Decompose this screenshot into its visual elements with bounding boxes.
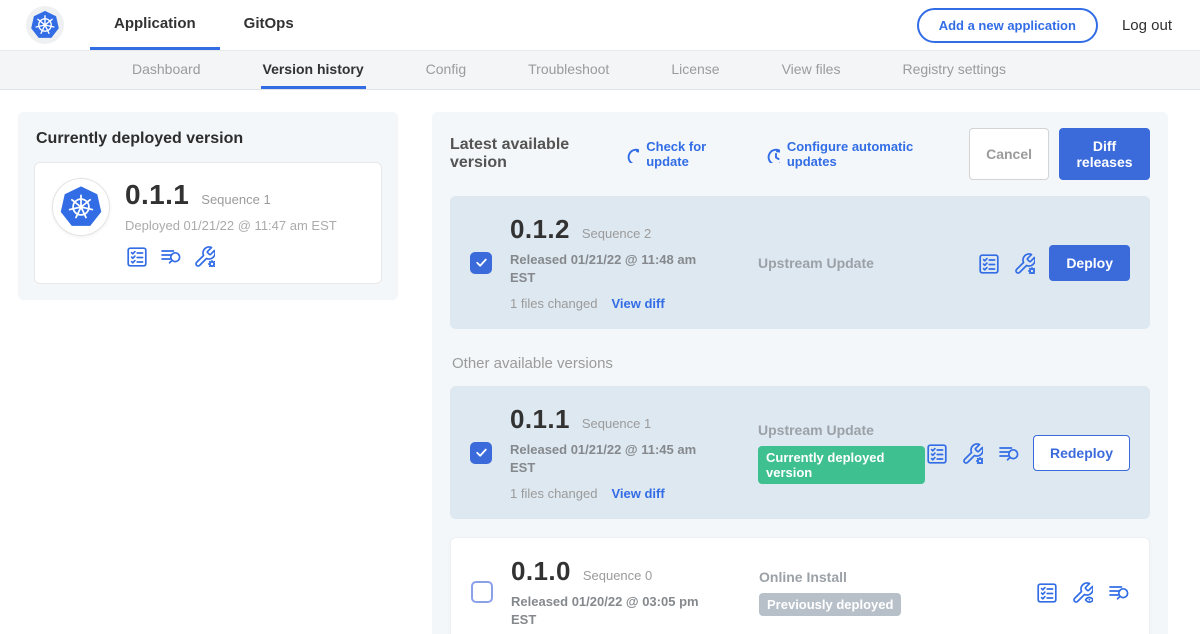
logout-link[interactable]: Log out <box>1122 17 1172 34</box>
app-icon <box>53 179 109 235</box>
version-row-0-1-2: 0.1.2 Sequence 2 Released 01/21/22 @ 11:… <box>450 196 1150 329</box>
diff-releases-button[interactable]: Diff releases <box>1059 128 1150 180</box>
version-source: Upstream Update <box>758 255 977 271</box>
helm-wheel-icon <box>67 193 95 221</box>
files-changed-label: 1 files changed <box>510 296 597 311</box>
released-timestamp: Released 01/21/22 @ 11:45 am EST <box>510 441 700 476</box>
version-source: Upstream Update Currently deployed versi… <box>758 422 925 484</box>
tab-application[interactable]: Application <box>90 0 220 50</box>
release-notes-search-icon[interactable] <box>159 245 181 267</box>
version-checkbox[interactable] <box>470 442 492 464</box>
version-info: 0.1.1 Sequence 1 Released 01/21/22 @ 11:… <box>510 404 708 501</box>
tab-view-files[interactable]: View files <box>780 51 843 89</box>
tab-dashboard[interactable]: Dashboard <box>130 51 203 89</box>
clock-refresh-icon <box>764 145 780 163</box>
tab-registry-settings[interactable]: Registry settings <box>900 51 1007 89</box>
kubernetes-logo <box>26 6 64 44</box>
tab-version-history[interactable]: Version history <box>261 51 366 89</box>
deployed-timestamp: Deployed 01/21/22 @ 11:47 am EST <box>125 218 337 233</box>
helm-wheel-icon <box>34 14 56 36</box>
checklist-icon[interactable] <box>925 442 947 464</box>
currently-deployed-panel: Currently deployed version 0.1.1 Sequenc… <box>18 112 398 300</box>
version-checkbox[interactable] <box>470 252 492 274</box>
version-source: Online Install Previously deployed <box>759 569 1035 616</box>
currently-deployed-title: Currently deployed version <box>36 130 382 148</box>
top-nav-right: Add a new application Log out <box>917 0 1172 50</box>
version-row-0-1-1: 0.1.1 Sequence 1 Released 01/21/22 @ 11:… <box>450 386 1150 519</box>
files-changed-label: 1 files changed <box>510 486 597 501</box>
currently-deployed-badge: Currently deployed version <box>758 446 925 484</box>
tab-troubleshoot[interactable]: Troubleshoot <box>526 51 611 89</box>
released-timestamp: Released 01/20/22 @ 03:05 pm EST <box>511 593 701 628</box>
version-number: 0.1.1 <box>510 404 570 435</box>
sequence-label: Sequence 1 <box>582 416 651 431</box>
version-checkbox[interactable] <box>471 581 493 603</box>
currently-deployed-card: 0.1.1 Sequence 1 Deployed 01/21/22 @ 11:… <box>34 162 382 284</box>
sequence-label: Sequence 0 <box>583 568 652 583</box>
checkmark-icon <box>475 446 488 459</box>
checklist-icon[interactable] <box>125 245 147 267</box>
config-wrench-gear-icon[interactable] <box>1013 252 1035 274</box>
version-actions <box>1035 581 1129 603</box>
version-info: 0.1.2 Sequence 2 Released 01/21/22 @ 11:… <box>510 214 708 311</box>
kubernetes-logo-shape <box>30 10 60 40</box>
cancel-button[interactable]: Cancel <box>969 128 1049 180</box>
source-label: Online Install <box>759 569 1035 585</box>
redeploy-button[interactable]: Redeploy <box>1033 435 1130 471</box>
checklist-icon[interactable] <box>1035 581 1057 603</box>
release-notes-search-icon[interactable] <box>997 442 1019 464</box>
other-versions-title: Other available versions <box>452 355 1148 372</box>
main-content: Currently deployed version 0.1.1 Sequenc… <box>0 90 1200 634</box>
refresh-icon <box>624 145 640 163</box>
sequence-label: Sequence 2 <box>582 226 651 241</box>
release-notes-search-icon[interactable] <box>1107 581 1129 603</box>
source-label: Upstream Update <box>758 422 925 438</box>
latest-available-header: Latest available version Check for updat… <box>450 128 1150 180</box>
version-number: 0.1.2 <box>510 214 570 245</box>
deployed-version-info: 0.1.1 Sequence 1 Deployed 01/21/22 @ 11:… <box>125 179 337 267</box>
app-sub-nav: Dashboard Version history Config Trouble… <box>0 50 1200 90</box>
tab-gitops[interactable]: GitOps <box>220 0 318 50</box>
checkmark-icon <box>475 256 488 269</box>
previously-deployed-badge: Previously deployed <box>759 593 901 616</box>
version-number: 0.1.0 <box>511 556 571 587</box>
checklist-icon[interactable] <box>977 252 999 274</box>
tab-license[interactable]: License <box>669 51 721 89</box>
view-diff-link[interactable]: View diff <box>611 296 664 311</box>
version-row-0-1-0: 0.1.0 Sequence 0 Released 01/20/22 @ 03:… <box>450 537 1150 634</box>
config-wrench-gear-icon[interactable] <box>961 442 983 464</box>
kubernetes-logo-shape <box>59 185 103 229</box>
version-actions: Redeploy <box>925 435 1130 471</box>
add-application-button[interactable]: Add a new application <box>917 8 1098 43</box>
config-wrench-eye-icon[interactable] <box>1071 581 1093 603</box>
deploy-button[interactable]: Deploy <box>1049 245 1130 281</box>
version-actions: Deploy <box>977 245 1130 281</box>
top-nav: Application GitOps Add a new application… <box>0 0 1200 50</box>
deployed-version-number: 0.1.1 <box>125 179 189 211</box>
tab-config[interactable]: Config <box>424 51 468 89</box>
view-diff-link[interactable]: View diff <box>611 486 664 501</box>
released-timestamp: Released 01/21/22 @ 11:48 am EST <box>510 251 700 286</box>
check-for-update-link[interactable]: Check for update <box>624 139 739 169</box>
latest-available-title: Latest available version <box>450 136 608 172</box>
configure-automatic-updates-link[interactable]: Configure automatic updates <box>764 139 943 169</box>
source-label: Upstream Update <box>758 255 977 271</box>
config-wrench-gear-icon[interactable] <box>193 245 215 267</box>
deployed-sequence-label: Sequence 1 <box>201 192 270 207</box>
version-history-panel: Latest available version Check for updat… <box>432 112 1168 634</box>
version-info: 0.1.0 Sequence 0 Released 01/20/22 @ 03:… <box>511 556 709 628</box>
